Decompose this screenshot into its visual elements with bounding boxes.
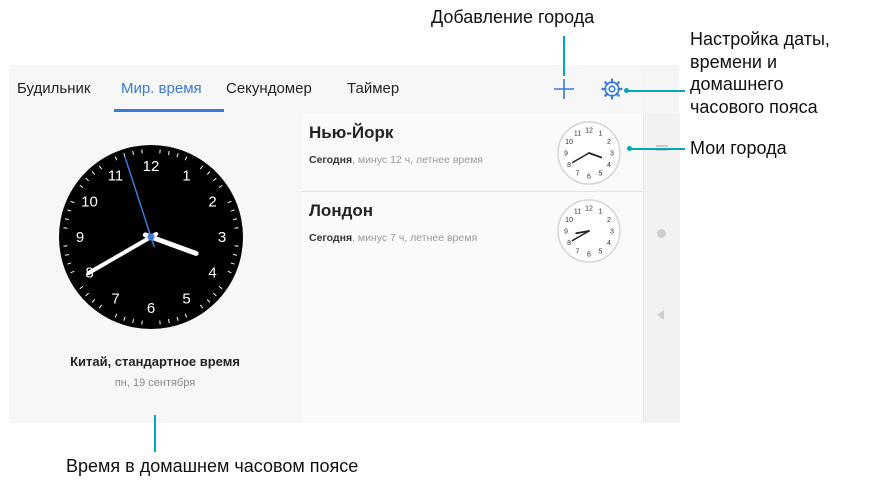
city-day: Сегодня bbox=[309, 232, 353, 244]
city-offset-text: , минус 12 ч, летнее время bbox=[352, 154, 483, 166]
clock-number: 5 bbox=[599, 170, 603, 177]
clock-number: 3 bbox=[610, 151, 614, 158]
city-analog-clock: 12 1234567891011 bbox=[557, 121, 621, 185]
city-name: Нью-Йорк bbox=[309, 123, 394, 142]
clock-number: 8 bbox=[567, 240, 571, 247]
city-row[interactable]: Лондон Сегодня, минус 7 ч, летнее время … bbox=[301, 195, 643, 269]
clock-number: 4 bbox=[607, 162, 611, 169]
clock-number: 2 bbox=[607, 139, 611, 146]
leader-dot-my-cities bbox=[627, 146, 632, 151]
city-offset-text: , минус 7 ч, летнее время bbox=[352, 232, 478, 244]
clock-number: 11 bbox=[574, 131, 581, 138]
tab-alarm[interactable]: Будильник bbox=[17, 80, 90, 97]
callout-settings-line: времени и bbox=[690, 51, 778, 72]
clock-number: 9 bbox=[564, 229, 568, 236]
city-analog-clock: 12 1234567891011 bbox=[557, 199, 621, 263]
clock-number: 7 bbox=[111, 290, 119, 307]
clock-number: 2 bbox=[208, 194, 216, 211]
tab-stopwatch[interactable]: Секундомер bbox=[226, 80, 312, 97]
clock-number: 10 bbox=[565, 217, 573, 224]
callout-settings: Настройка даты, времени и домашнего часо… bbox=[690, 28, 830, 118]
leader-settings bbox=[627, 90, 685, 92]
callout-add-city: Добавление города bbox=[431, 7, 595, 27]
leader-my-cities bbox=[630, 148, 685, 150]
leader-dot-settings bbox=[624, 88, 629, 93]
clock-number: 12 bbox=[143, 158, 160, 175]
menu-icon[interactable] bbox=[656, 145, 668, 147]
home-analog-clock: 121234567891011 bbox=[59, 145, 243, 329]
callout-settings-line: часового пояса bbox=[690, 96, 818, 117]
plus-icon bbox=[554, 79, 574, 99]
clock-number: 7 bbox=[576, 170, 580, 177]
clock-number: 4 bbox=[208, 265, 216, 282]
clock-number: 11 bbox=[574, 209, 581, 216]
clock-number: 2 bbox=[607, 217, 611, 224]
my-cities-list: Нью-Йорк Сегодня, минус 12 ч, летнее вре… bbox=[301, 113, 643, 423]
clock-number: 6 bbox=[147, 300, 155, 317]
clock-number: 6 bbox=[587, 252, 591, 259]
clock-center bbox=[147, 233, 155, 241]
gear-icon bbox=[601, 78, 623, 100]
clock-number: 6 bbox=[587, 174, 591, 181]
city-name: Лондон bbox=[309, 201, 374, 220]
clock-number: 10 bbox=[565, 139, 573, 146]
clock-number: 1 bbox=[599, 209, 603, 216]
clock-number: 5 bbox=[182, 290, 190, 307]
home-nav-icon[interactable] bbox=[657, 229, 666, 238]
clock-number: 10 bbox=[81, 194, 98, 211]
system-nav-bar bbox=[643, 113, 680, 423]
home-timezone-panel: 121234567891011 Китай, стандартное время… bbox=[9, 113, 301, 423]
leader-add-city bbox=[563, 36, 565, 76]
callout-home-time: Время в домашнем часовом поясе bbox=[66, 456, 359, 476]
clock-number: 9 bbox=[564, 151, 568, 158]
tab-timer[interactable]: Таймер bbox=[347, 80, 399, 97]
active-tab-indicator bbox=[114, 109, 224, 112]
clock-number: 4 bbox=[607, 240, 611, 247]
settings-button[interactable] bbox=[599, 76, 625, 102]
city-day: Сегодня bbox=[309, 154, 353, 166]
clock-number: 1 bbox=[182, 168, 190, 185]
clock-number: 11 bbox=[108, 168, 124, 185]
home-city-name: Китай, стандартное время bbox=[70, 354, 240, 369]
clock-number: 3 bbox=[610, 229, 614, 236]
clock-number: 7 bbox=[576, 248, 580, 255]
city-offset: Сегодня, минус 7 ч, летнее время bbox=[309, 231, 519, 245]
clock-number: 9 bbox=[76, 229, 84, 246]
clock-number: 12 bbox=[585, 206, 593, 213]
clock-number: 1 bbox=[599, 131, 603, 138]
city-row[interactable]: Нью-Йорк Сегодня, минус 12 ч, летнее вре… bbox=[301, 117, 643, 192]
leader-home-time bbox=[154, 415, 156, 452]
add-city-button[interactable] bbox=[550, 75, 578, 103]
tab-world-clock[interactable]: Мир. время bbox=[121, 80, 202, 97]
clock-number: 12 bbox=[585, 128, 593, 135]
tab-bar: Будильник Мир. время Секундомер Таймер bbox=[9, 65, 643, 113]
clock-number: 5 bbox=[599, 248, 603, 255]
callout-settings-line: домашнего bbox=[690, 74, 784, 94]
callout-settings-line: Настройка даты, bbox=[690, 29, 830, 49]
home-date: пн, 19 сентября bbox=[114, 377, 196, 389]
callout-my-cities: Мои города bbox=[690, 138, 787, 158]
clock-app-screen: Будильник Мир. время Секундомер Таймер 1… bbox=[9, 65, 680, 423]
clock-number: 3 bbox=[218, 229, 226, 246]
clock-number: 8 bbox=[567, 162, 571, 169]
city-offset: Сегодня, минус 12 ч, летнее время bbox=[309, 153, 519, 167]
back-nav-icon[interactable] bbox=[657, 310, 664, 320]
